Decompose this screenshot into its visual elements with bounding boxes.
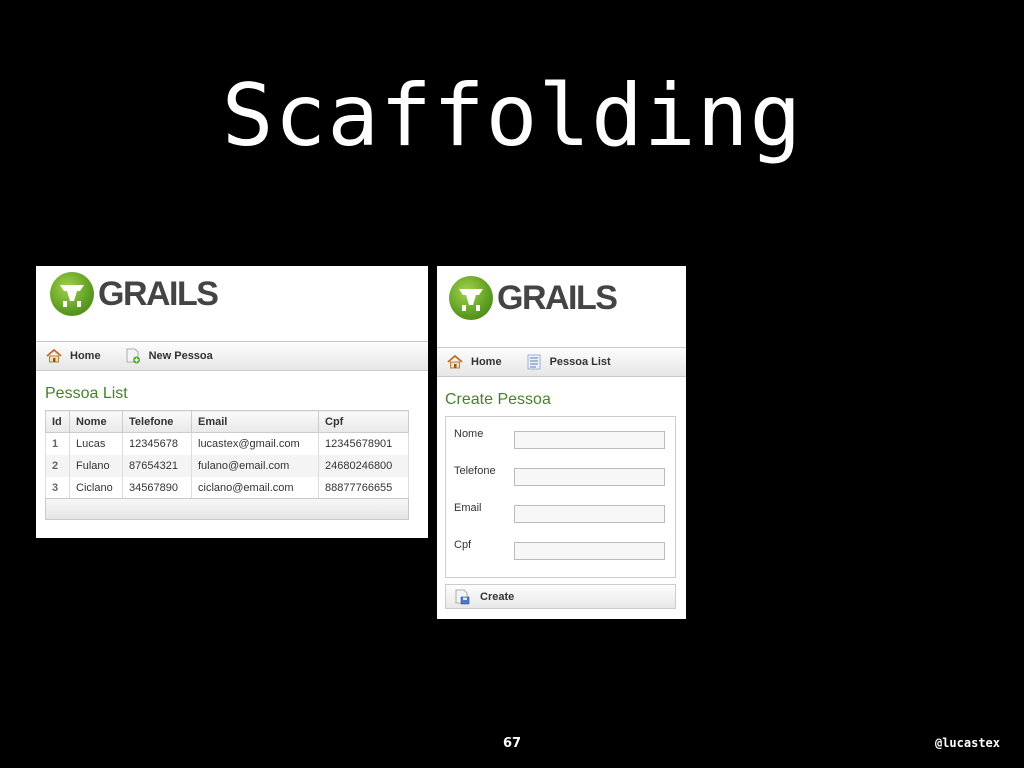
create-button-label: Create bbox=[480, 590, 515, 603]
table-header-row: Id Nome Telefone Email Cpf bbox=[45, 410, 409, 433]
table-row[interactable]: 1 Lucas 12345678 lucastex@gmail.com 1234… bbox=[45, 432, 409, 455]
field-label-cpf: Cpf bbox=[454, 539, 472, 551]
button-bar: Create bbox=[445, 584, 676, 609]
page-heading: Create Pessoa bbox=[445, 391, 551, 408]
cell-email: fulano@email.com bbox=[191, 455, 319, 477]
nav-bar: Home Pessoa List bbox=[437, 347, 686, 377]
cell-email: ciclano@email.com bbox=[191, 477, 319, 500]
home-icon bbox=[46, 349, 62, 363]
nav-new-pessoa-label: New Pessoa bbox=[148, 350, 213, 362]
cell-telefone: 12345678 bbox=[122, 432, 192, 455]
nav-bar: Home New Pessoa bbox=[36, 341, 428, 371]
grails-cup-icon bbox=[50, 272, 94, 316]
pagination-bar bbox=[45, 498, 409, 520]
cell-nome: Ciclano bbox=[69, 477, 123, 500]
field-label-email: Email bbox=[454, 502, 482, 514]
cell-nome: Lucas bbox=[69, 432, 123, 455]
grails-logo[interactable]: GRAILS bbox=[449, 276, 618, 320]
cell-email: lucastex@gmail.com bbox=[191, 432, 319, 455]
table-row[interactable]: 2 Fulano 87654321 fulano@email.com 24680… bbox=[45, 455, 409, 477]
create-pessoa-screenshot: GRAILS Home Pessoa List Create Pessoa No… bbox=[437, 266, 686, 619]
pessoa-table: Id Nome Telefone Email Cpf 1 Lucas 12345… bbox=[45, 410, 409, 500]
nav-new-pessoa[interactable]: New Pessoa bbox=[125, 348, 213, 364]
author-handle: @lucastex bbox=[934, 736, 1000, 750]
nav-home[interactable]: Home bbox=[447, 355, 502, 369]
grails-logo-text: GRAILS bbox=[497, 278, 618, 317]
cell-cpf: 12345678901 bbox=[318, 432, 409, 455]
cell-id[interactable]: 2 bbox=[45, 455, 70, 477]
list-icon bbox=[527, 354, 540, 370]
nav-home-label: Home bbox=[70, 350, 101, 362]
cell-id[interactable]: 1 bbox=[45, 432, 70, 455]
page-heading: Pessoa List bbox=[45, 385, 128, 402]
create-form: Nome Telefone Email Cpf bbox=[445, 416, 676, 578]
pessoa-list-screenshot: GRAILS Home New Pessoa Pessoa List Id No… bbox=[36, 266, 428, 538]
grails-cup-icon bbox=[449, 276, 493, 320]
nome-field[interactable] bbox=[514, 431, 665, 449]
field-label-telefone: Telefone bbox=[454, 465, 496, 477]
cell-telefone: 34567890 bbox=[122, 477, 192, 500]
column-header-email[interactable]: Email bbox=[191, 410, 319, 433]
slide-title: Scaffolding bbox=[221, 66, 803, 166]
slide-page-number: 67 bbox=[502, 736, 522, 751]
save-icon bbox=[455, 589, 470, 604]
column-header-id[interactable]: Id bbox=[45, 410, 70, 433]
table-row[interactable]: 3 Ciclano 34567890 ciclano@email.com 888… bbox=[45, 477, 409, 500]
email-field[interactable] bbox=[514, 505, 665, 523]
grails-logo-text: GRAILS bbox=[98, 274, 219, 313]
nav-pessoa-list-label: Pessoa List bbox=[549, 356, 611, 368]
cell-id[interactable]: 3 bbox=[45, 477, 70, 500]
column-header-nome[interactable]: Nome bbox=[69, 410, 123, 433]
create-button[interactable]: Create bbox=[454, 589, 514, 605]
cell-telefone: 87654321 bbox=[122, 455, 192, 477]
nav-pessoa-list[interactable]: Pessoa List bbox=[526, 354, 611, 370]
cell-cpf: 24680246800 bbox=[318, 455, 409, 477]
nav-home-label: Home bbox=[471, 356, 502, 368]
home-icon bbox=[447, 355, 463, 369]
field-label-nome: Nome bbox=[454, 428, 484, 440]
nav-home[interactable]: Home bbox=[46, 349, 101, 363]
new-document-icon bbox=[126, 348, 140, 364]
cell-nome: Fulano bbox=[69, 455, 123, 477]
column-header-telefone[interactable]: Telefone bbox=[122, 410, 192, 433]
cell-cpf: 88877766655 bbox=[318, 477, 409, 500]
cpf-field[interactable] bbox=[514, 542, 665, 560]
telefone-field[interactable] bbox=[514, 468, 665, 486]
column-header-cpf[interactable]: Cpf bbox=[318, 410, 409, 433]
grails-logo[interactable]: GRAILS bbox=[50, 272, 219, 316]
